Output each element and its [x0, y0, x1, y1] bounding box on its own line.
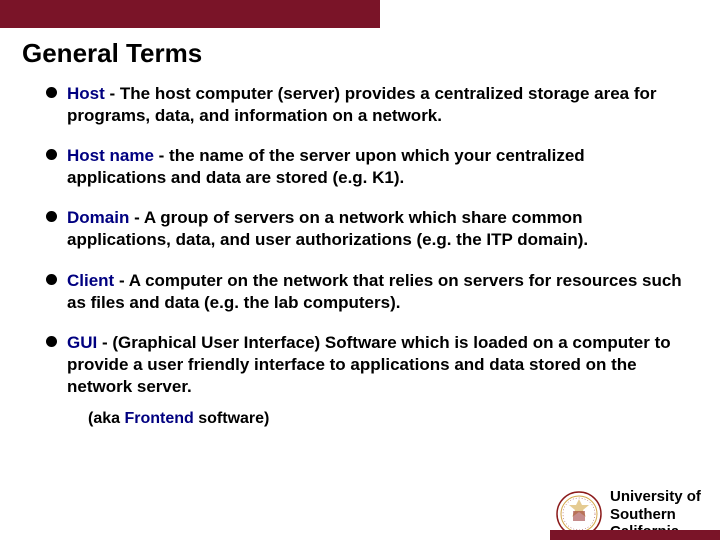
list-item: Client - A computer on the network that … — [46, 270, 686, 314]
term-definition: - A computer on the network that relies … — [67, 271, 682, 312]
list-item: Host - The host computer (server) provid… — [46, 83, 686, 127]
term-label: Client — [67, 271, 114, 290]
bullet-icon — [46, 274, 57, 285]
bullet-text: Host - The host computer (server) provid… — [67, 83, 686, 127]
note-prefix: (aka — [88, 410, 124, 427]
term-label: Host — [67, 84, 105, 103]
term-definition: - (Graphical User Interface) Software wh… — [67, 333, 671, 396]
term-definition: - A group of servers on a network which … — [67, 208, 588, 249]
list-item: GUI - (Graphical User Interface) Softwar… — [46, 332, 686, 398]
bullet-text: GUI - (Graphical User Interface) Softwar… — [67, 332, 686, 398]
university-line: Southern — [610, 506, 720, 523]
header-bar — [0, 0, 380, 28]
note-text: (aka Frontend software) — [0, 410, 720, 428]
bullet-icon — [46, 87, 57, 98]
bullet-text: Domain - A group of servers on a network… — [67, 207, 686, 251]
bullet-text: Host name - the name of the server upon … — [67, 145, 686, 189]
term-label: Domain — [67, 208, 129, 227]
term-label: Host name — [67, 146, 154, 165]
slide-title: General Terms — [0, 28, 720, 83]
footer-bar — [550, 530, 720, 540]
university-line: University of — [610, 488, 720, 505]
note-suffix: software) — [194, 410, 270, 427]
bullet-icon — [46, 149, 57, 160]
list-item: Host name - the name of the server upon … — [46, 145, 686, 189]
bullet-list: Host - The host computer (server) provid… — [0, 83, 720, 398]
bullet-text: Client - A computer on the network that … — [67, 270, 686, 314]
bullet-icon — [46, 336, 57, 347]
bullet-icon — [46, 211, 57, 222]
note-term: Frontend — [124, 410, 193, 427]
list-item: Domain - A group of servers on a network… — [46, 207, 686, 251]
term-label: GUI — [67, 333, 97, 352]
term-definition: - The host computer (server) provides a … — [67, 84, 657, 125]
